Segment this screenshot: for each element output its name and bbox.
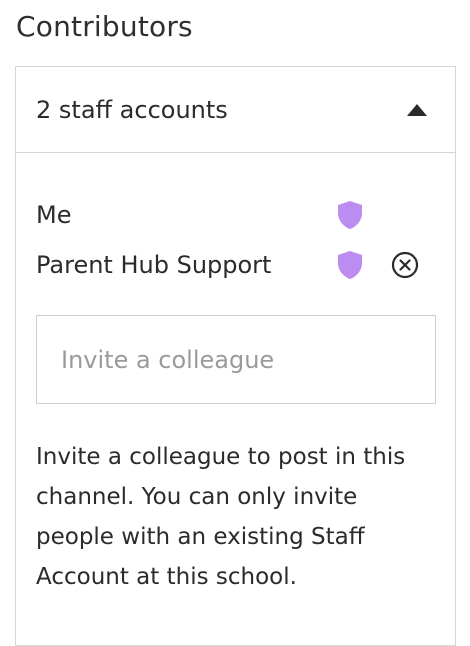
contributors-panel: 2 staff accounts Me Parent Hub Support I… [15,66,456,646]
shield-icon [338,251,362,279]
invite-colleague-input[interactable] [36,315,436,404]
staff-accounts-count: 2 staff accounts [36,95,228,124]
shield-icon [338,201,362,229]
contributor-name: Me [36,201,72,229]
staff-accounts-toggle[interactable]: 2 staff accounts [16,67,455,153]
section-title: Contributors [16,10,193,43]
invite-help-text: Invite a colleague to post in this chann… [36,444,406,590]
contributor-name: Parent Hub Support [36,251,272,279]
remove-contributor-icon[interactable] [390,250,420,280]
contributor-row: Parent Hub Support [36,245,435,285]
contributor-row: Me [36,195,435,235]
triangle-up-icon[interactable] [407,103,427,116]
